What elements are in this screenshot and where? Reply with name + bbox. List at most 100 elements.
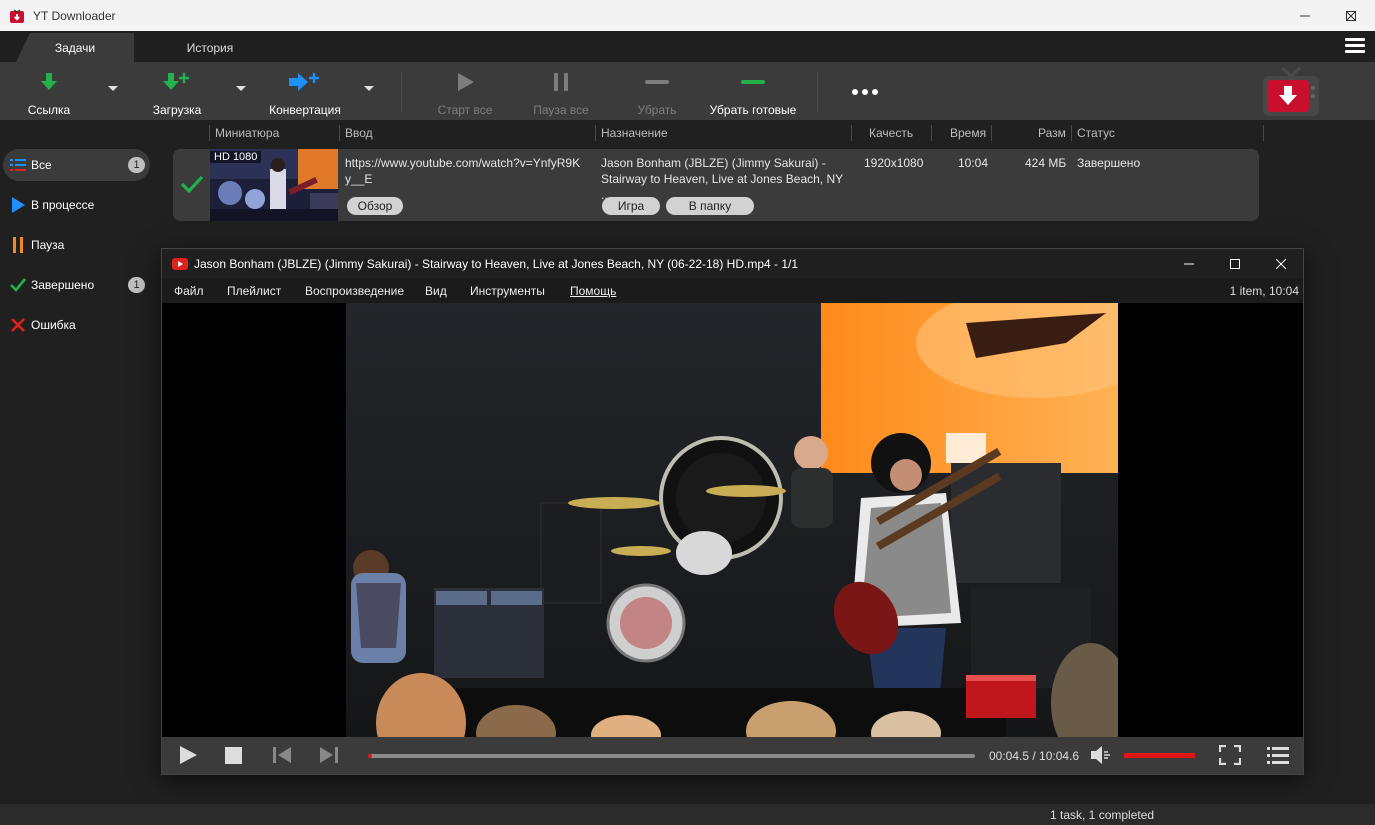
remove-button[interactable]: Убрать (630, 62, 684, 120)
col-status[interactable]: Статус (1077, 126, 1115, 140)
tv-download-logo (1263, 66, 1319, 116)
status-value: Завершено (1077, 156, 1141, 170)
col-thumbnail[interactable]: Миниатюра (215, 126, 279, 140)
menu-view[interactable]: Вид (425, 284, 447, 298)
volume-level (1124, 753, 1195, 758)
sidebar-item-completed[interactable]: Завершено 1 (3, 269, 150, 301)
menu-file[interactable]: Файл (174, 284, 204, 298)
app-logo-icon (10, 9, 24, 23)
start-all-button[interactable]: Старт все (435, 62, 495, 120)
player-menu-bar: Файл Плейлист Воспроизведение Вид Инстру… (162, 279, 1303, 303)
player-title: Jason Bonham (JBLZE) (Jimmy Sakurai) - S… (194, 257, 799, 271)
next-button[interactable] (319, 746, 339, 764)
sidebar-item-label: Все (31, 158, 52, 172)
remove-done-button[interactable]: Убрать готовые (706, 62, 800, 120)
remove-label: Убрать (637, 103, 677, 117)
close-icon (1276, 259, 1286, 269)
stop-button[interactable] (225, 747, 242, 764)
col-quality[interactable]: Качесть (869, 126, 913, 140)
toolbar-separator (817, 72, 818, 112)
input-url: https://www.youtube.com/watch?v=YnfyR9K … (345, 156, 581, 186)
destination-text: Jason Bonham (JBLZE) (Jimmy Sakurai) - S… (601, 156, 843, 202)
tab-bar: Задачи История (0, 31, 1375, 62)
menu-playback[interactable]: Воспроизведение (305, 284, 404, 298)
download-dropdown-arrow-icon[interactable] (236, 86, 246, 91)
window-title: YT Downloader (33, 8, 116, 23)
play-icon (10, 197, 26, 213)
sidebar-item-paused[interactable]: Пауза (3, 229, 150, 261)
col-size[interactable]: Разм (1038, 126, 1066, 140)
player-controls: 00:04.5 / 10:04.6 (162, 737, 1303, 774)
quality-value: 1920x1080 (864, 156, 924, 170)
sidebar-item-label: Пауза (31, 238, 65, 252)
fullscreen-icon[interactable] (1219, 745, 1241, 765)
maximize-icon (1230, 259, 1240, 269)
minimize-button[interactable] (1282, 0, 1328, 31)
download-button[interactable]: Загрузка (148, 62, 206, 120)
menu-tools[interactable]: Инструменты (470, 284, 545, 298)
sidebar: Все 1 В процессе Пауза Завершено 1 Ошибк… (0, 145, 158, 805)
download-arrow-icon (41, 73, 57, 90)
open-folder-button[interactable]: В папку (666, 197, 754, 215)
quality-badge: HD 1080 (210, 151, 262, 163)
sidebar-item-all[interactable]: Все 1 (3, 149, 150, 181)
more-dots-icon[interactable] (852, 89, 878, 95)
task-row[interactable]: HD 1080 https://www.youtube.com/watch?v=… (173, 149, 1259, 221)
media-player-window: Jason Bonham (JBLZE) (Jimmy Sakurai) - S… (161, 248, 1304, 775)
video-frame-image (346, 303, 1118, 737)
convert-dropdown-arrow-icon[interactable] (364, 86, 374, 91)
previous-button[interactable] (272, 746, 292, 764)
menu-playlist[interactable]: Плейлист (227, 284, 281, 298)
video-thumbnail[interactable]: HD 1080 (210, 149, 338, 221)
player-title-bar: Jason Bonham (JBLZE) (Jimmy Sakurai) - S… (162, 249, 1303, 279)
menu-help[interactable]: Помощь (570, 284, 616, 298)
seek-slider[interactable] (368, 754, 975, 758)
size-value: 424 МБ (1025, 156, 1067, 170)
status-bar: 1 task, 1 completed (0, 804, 1375, 825)
pause-icon (554, 73, 568, 91)
error-x-icon (10, 317, 26, 333)
minimize-icon (1184, 263, 1194, 265)
sidebar-item-error[interactable]: Ошибка (3, 309, 150, 341)
pause-all-label: Пауза все (533, 103, 589, 117)
player-app-icon (172, 258, 188, 270)
minus-icon (645, 80, 669, 84)
title-bar: YT Downloader (0, 0, 1375, 31)
player-close-button[interactable] (1258, 249, 1304, 279)
completed-check-icon (181, 175, 203, 193)
col-time[interactable]: Время (950, 126, 986, 140)
tab-history[interactable]: История (160, 33, 260, 62)
playlist-icon[interactable] (1267, 746, 1289, 764)
close-button[interactable] (1328, 0, 1374, 31)
tab-tasks[interactable]: Задачи (16, 33, 134, 62)
toolbar-separator (401, 72, 402, 112)
video-frame[interactable] (346, 303, 1118, 737)
convert-plus-icon (289, 73, 319, 91)
play-icon (458, 73, 474, 91)
column-header: Миниатюра Ввод Назначение Качесть Время … (0, 120, 1375, 145)
convert-label: Конвертация (269, 103, 341, 117)
sidebar-item-label: Ошибка (31, 318, 76, 332)
download-label: Загрузка (152, 103, 202, 117)
convert-button[interactable]: Конвертация (265, 62, 345, 120)
col-destination[interactable]: Назначение (601, 126, 668, 140)
add-link-label: Ссылка (27, 103, 71, 117)
volume-icon[interactable] (1090, 745, 1112, 765)
hamburger-icon[interactable] (1345, 38, 1365, 54)
status-text: 1 task, 1 completed (1050, 808, 1155, 822)
volume-slider[interactable] (1124, 753, 1195, 758)
pause-all-button[interactable]: Пауза все (530, 62, 592, 120)
browse-button[interactable]: Обзор (347, 197, 403, 215)
remove-done-label: Убрать готовые (709, 103, 797, 117)
play-button[interactable] (178, 745, 198, 765)
add-link-button[interactable]: Ссылка (22, 62, 76, 120)
close-icon (1346, 10, 1356, 21)
sidebar-item-in-progress[interactable]: В процессе (3, 189, 150, 221)
link-dropdown-arrow-icon[interactable] (108, 86, 118, 91)
minus-green-icon (741, 80, 765, 84)
col-input[interactable]: Ввод (345, 126, 373, 140)
player-maximize-button[interactable] (1212, 249, 1258, 279)
player-minimize-button[interactable] (1166, 249, 1212, 279)
play-file-button[interactable]: Игра (602, 197, 660, 215)
playlist-info: 1 item, 10:04 (1229, 284, 1299, 298)
